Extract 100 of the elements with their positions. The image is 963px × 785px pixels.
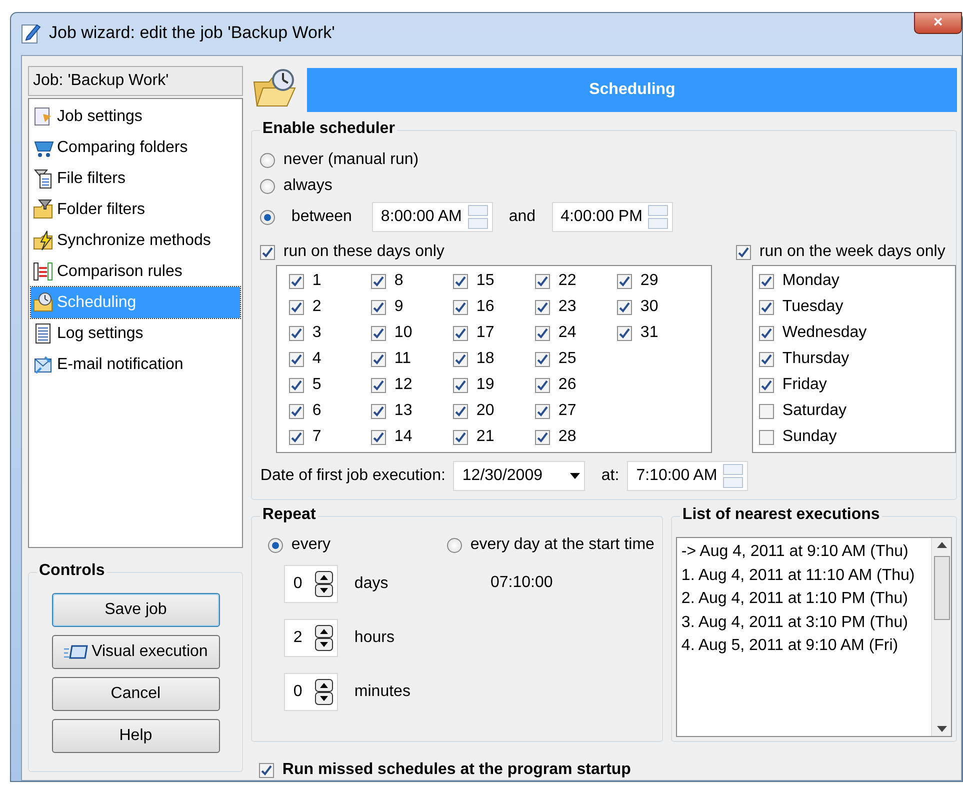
dialog-button[interactable]: Help (52, 719, 220, 753)
checkbox[interactable] (289, 404, 304, 418)
day-label: 27 (558, 401, 576, 421)
checkbox[interactable] (453, 352, 468, 366)
checkbox[interactable] (453, 378, 468, 392)
execution-entry: 2. Aug 4, 2011 at 1:10 PM (Thu) (681, 589, 909, 609)
checkbox-label: Run missed schedules at the program startup (282, 760, 631, 780)
day-label: 25 (558, 349, 576, 369)
checkbox[interactable] (759, 404, 774, 418)
checkbox[interactable] (453, 326, 468, 340)
day-label: 5 (312, 375, 322, 395)
checkbox[interactable] (289, 430, 304, 444)
day-label: 17 (476, 323, 494, 343)
checkbox-label: run on these days only (283, 242, 444, 262)
checkbox[interactable] (535, 274, 550, 288)
comparison-icon (33, 260, 55, 282)
checkbox[interactable] (453, 274, 468, 288)
sidebar-item[interactable]: Log settings (31, 318, 240, 349)
checkbox[interactable] (453, 430, 468, 444)
number-spinner[interactable]: 0 (284, 673, 338, 711)
dialog-button[interactable]: Cancel (52, 677, 220, 711)
checkbox[interactable] (371, 326, 386, 340)
clock-folder-icon (33, 292, 55, 314)
time-field[interactable]: 7:10:00 AM (627, 461, 748, 491)
weekday-label: Thursday (782, 349, 850, 369)
scroll-down-icon[interactable] (936, 726, 946, 732)
execution-entry: -> Aug 4, 2011 at 9:10 AM (Thu) (681, 542, 910, 562)
day-label: 19 (476, 375, 494, 395)
checkbox[interactable] (535, 430, 550, 444)
execution-entry: 1. Aug 4, 2011 at 11:10 AM (Thu) (681, 566, 916, 586)
checkbox[interactable] (289, 326, 304, 340)
checkbox[interactable] (759, 326, 774, 340)
day-label: 21 (476, 427, 494, 447)
visual-execution-button[interactable]: Visual execution (52, 635, 220, 669)
checkbox[interactable] (535, 352, 550, 366)
sidebar-item[interactable]: Synchronize methods (31, 225, 240, 256)
checkbox[interactable] (535, 378, 550, 392)
sidebar-item[interactable]: Comparison rules (31, 256, 240, 287)
radio-button[interactable] (447, 538, 462, 552)
radio-button[interactable] (260, 152, 276, 168)
checkbox[interactable] (736, 244, 752, 260)
sidebar-item[interactable]: Comparing folders (31, 132, 240, 163)
radio-button[interactable] (260, 178, 276, 194)
checkbox[interactable] (371, 430, 386, 444)
checkbox[interactable] (260, 244, 276, 260)
day-label: 23 (558, 297, 576, 317)
checkbox[interactable] (371, 300, 386, 314)
date-dropdown[interactable]: 12/30/2009 (453, 461, 586, 491)
time-field[interactable]: 4:00:00 PM (552, 202, 674, 232)
checkbox[interactable] (617, 274, 632, 288)
checkbox[interactable] (759, 274, 774, 288)
checkbox[interactable] (453, 404, 468, 418)
checkbox[interactable] (759, 430, 774, 444)
spin-arrows-icon (315, 625, 334, 651)
checkbox[interactable] (759, 352, 774, 366)
day-label: 13 (394, 401, 412, 421)
scrollbar[interactable] (931, 538, 951, 736)
sidebar-item[interactable]: Job settings (31, 101, 240, 132)
checkbox[interactable] (535, 404, 550, 418)
checkbox[interactable] (259, 762, 274, 778)
notepad-icon (21, 22, 41, 44)
time-field[interactable]: 8:00:00 AM (372, 202, 493, 232)
scroll-up-icon[interactable] (936, 542, 946, 548)
number-spinner[interactable]: 2 (284, 619, 338, 657)
checkbox[interactable] (371, 378, 386, 392)
weekday-label: Saturday (782, 401, 846, 421)
checkbox[interactable] (371, 352, 386, 366)
checkbox[interactable] (371, 274, 386, 288)
checkbox[interactable] (617, 326, 632, 340)
option-label: between (291, 207, 352, 227)
checkbox[interactable] (535, 326, 550, 340)
checkbox[interactable] (289, 378, 304, 392)
sidebar-item[interactable]: E-mail notification (31, 349, 240, 380)
checkbox[interactable] (759, 300, 774, 314)
start-time-label: 07:10:00 (490, 573, 553, 593)
day-label: 9 (394, 297, 404, 317)
scroll-thumb[interactable] (934, 556, 950, 620)
checkbox[interactable] (289, 274, 304, 288)
save-button[interactable]: Save job (52, 593, 220, 627)
radio-button[interactable] (268, 538, 284, 552)
weekday-label: Friday (782, 375, 827, 395)
checkbox[interactable] (453, 300, 468, 314)
day-label: 24 (558, 323, 576, 343)
checkbox[interactable] (289, 352, 304, 366)
radio-button[interactable] (260, 210, 276, 224)
checkbox[interactable] (289, 300, 304, 314)
unit-label: days (354, 574, 388, 594)
checkbox[interactable] (759, 378, 774, 392)
job-name-label: Job: 'Backup Work' (28, 66, 244, 96)
number-spinner[interactable]: 0 (284, 565, 338, 603)
sidebar-item[interactable]: Folder filters (31, 194, 240, 225)
day-label: 26 (558, 375, 576, 395)
checkbox[interactable] (535, 300, 550, 314)
checkbox[interactable] (617, 300, 632, 314)
day-label: 14 (394, 427, 412, 447)
spin-arrows-icon (315, 571, 334, 597)
day-label: 11 (394, 349, 412, 369)
checkbox[interactable] (371, 404, 386, 418)
weekday-label: Tuesday (782, 297, 844, 317)
sidebar-item[interactable]: File filters (31, 163, 240, 194)
